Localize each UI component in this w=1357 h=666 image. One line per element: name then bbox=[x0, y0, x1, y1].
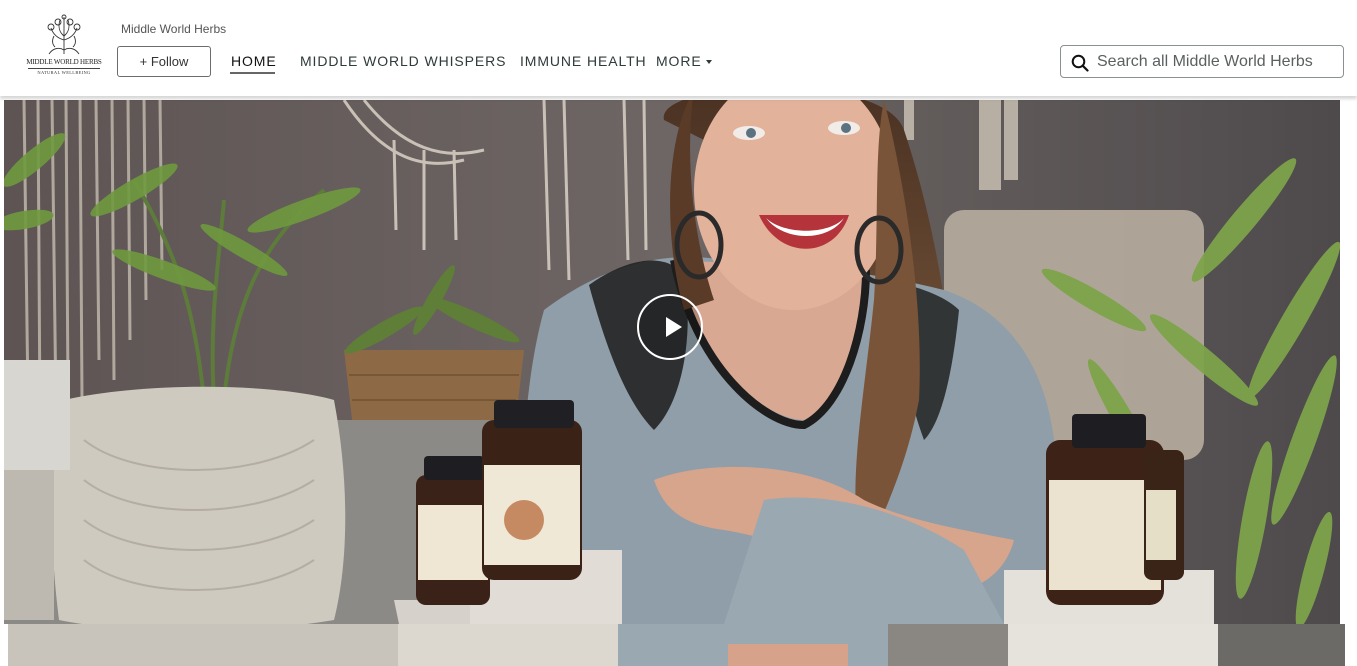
search-icon bbox=[1071, 54, 1089, 72]
follow-button[interactable]: + Follow bbox=[117, 46, 211, 77]
store-name: Middle World Herbs bbox=[121, 22, 227, 36]
brand-logo[interactable]: MIDDLE WORLD HERBS NATURAL WELLBEING bbox=[25, 14, 103, 78]
video-poster-image bbox=[4, 100, 1340, 624]
tree-emblem-icon bbox=[47, 14, 81, 55]
play-icon[interactable] bbox=[637, 294, 703, 360]
store-header: MIDDLE WORLD HERBS NATURAL WELLBEING Mid… bbox=[0, 0, 1357, 96]
video-bottom-strip bbox=[8, 624, 1345, 666]
hero-video[interactable] bbox=[4, 100, 1340, 624]
nav-more-label: MORE bbox=[656, 53, 702, 69]
nav-home[interactable]: HOME bbox=[231, 53, 277, 69]
logo-wordmark: MIDDLE WORLD HERBS bbox=[26, 58, 102, 66]
caret-down-icon bbox=[705, 60, 712, 64]
nav-middle-world-whispers[interactable]: MIDDLE WORLD WHISPERS bbox=[300, 53, 506, 69]
logo-tagline: NATURAL WELLBEING bbox=[37, 70, 91, 75]
nav-immune-health[interactable]: IMMUNE HEALTH bbox=[520, 53, 647, 69]
store-search[interactable] bbox=[1060, 45, 1344, 78]
nav-more-dropdown[interactable]: MORE bbox=[656, 53, 712, 69]
nav-active-underline bbox=[230, 72, 275, 74]
video-lower-frame bbox=[8, 624, 1345, 666]
logo-divider bbox=[28, 68, 100, 69]
search-input[interactable] bbox=[1097, 46, 1341, 77]
